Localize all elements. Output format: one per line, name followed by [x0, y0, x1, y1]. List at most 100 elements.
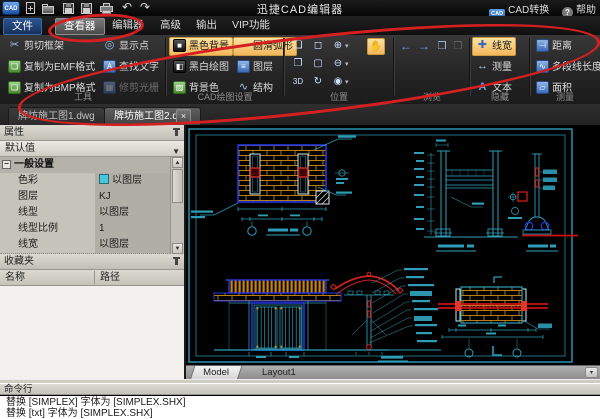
favorites-column-headers: 名称 路径 [0, 270, 184, 286]
pan-hand-icon[interactable]: ✋ [367, 38, 385, 55]
figure-gate [214, 280, 389, 358]
collapse-icon[interactable]: − [2, 160, 11, 169]
figure-roof-detail [331, 270, 441, 361]
menu-tab-editor[interactable]: 编辑器 [104, 18, 152, 33]
polyline-length-icon: ∿ [536, 60, 549, 73]
titlebar: CAD ↶ ↷ 迅捷CAD编辑器 CADCAD转换 ?帮助 [0, 0, 600, 16]
ribbon-group-draw-settings: ■黑色背景 ◧黑白绘图 ▨背景色 ⌢圆滑弧形 ≡图层 ∿结构 CAD绘图设置 [167, 35, 283, 104]
property-row-lineweight[interactable]: 线宽 以图层 [0, 237, 172, 254]
line-width-icon: ✚ [476, 39, 489, 52]
ribbon-toolbar: ✂剪切框架 ❏复制为EMF格式 ❏复制为BMP格式 ◎显示点 A查找文字 ▦修剪… [0, 35, 600, 105]
tab-layout1[interactable]: Layout1 [252, 366, 306, 379]
annotation-text-column [404, 268, 438, 342]
zoom-in-caret-icon[interactable]: ▾ [345, 42, 349, 50]
group-label-browse: 浏览 [395, 90, 469, 103]
column-name[interactable]: 名称 [5, 270, 25, 285]
zoom-extents-icon[interactable]: ▢ [310, 56, 326, 71]
measure-hide-icon: ↔ [476, 60, 489, 73]
distance-button[interactable]: ⊣距离 [532, 37, 600, 56]
cut-frame-button[interactable]: ✂剪切框架 [4, 37, 100, 56]
command-line-output[interactable]: 替换 [SIMPLEX] 字体为 [SIMPLEX.SHX] 替换 [txt] … [0, 396, 600, 419]
command-line-1: 替换 [SIMPLEX] 字体为 [SIMPLEX.SHX] [6, 397, 600, 408]
perspective-view-icon[interactable]: ❑ [290, 38, 306, 53]
line-width-button[interactable]: ✚线宽 [472, 37, 516, 56]
favorites-list[interactable] [0, 286, 184, 379]
forward-arrow-icon[interactable]: → [416, 39, 432, 54]
copy-view-icon[interactable]: ❐ [290, 56, 306, 71]
property-row-linetype-scale[interactable]: 线型比例 1 [0, 221, 172, 238]
command-line-2: 替换 [txt] 字体为 [SIMPLEX.SHX] [6, 408, 600, 419]
menu-tab-output[interactable]: 输出 [188, 18, 225, 33]
color-swatch [99, 174, 109, 184]
property-row-color[interactable]: 色彩 以图层 [0, 173, 172, 190]
doc-tab-1[interactable]: 牌坊施工图1.dwg [8, 107, 105, 125]
property-row-layer[interactable]: 图层 KJ [0, 189, 172, 206]
render-mode-caret-icon[interactable]: ▾ [345, 78, 349, 86]
cad-drawing [186, 125, 600, 365]
drawing-canvas[interactable] [186, 125, 600, 365]
pin-icon[interactable] [175, 129, 178, 136]
zoom-window-icon[interactable]: ◻ [310, 38, 326, 53]
show-points-icon: ◎ [103, 39, 116, 52]
figure-elevation [414, 140, 578, 252]
pin-icon[interactable] [175, 258, 178, 265]
copy-emf-button[interactable]: ❏复制为EMF格式 [4, 58, 100, 77]
measure-hide-button[interactable]: ↔测量 [472, 58, 516, 77]
scroll-down-icon[interactable]: ▼ [172, 243, 183, 254]
layers-icon: ≡ [237, 60, 250, 73]
properties-scrollbar[interactable]: ▲ ▼ [170, 157, 184, 254]
ribbon-group-tools: ✂剪切框架 ❏复制为EMF格式 ❏复制为BMP格式 ◎显示点 A查找文字 ▦修剪… [2, 35, 164, 104]
next-view-icon: ❒ [450, 39, 466, 54]
close-tab-icon[interactable]: × [176, 109, 191, 124]
preset-dropdown[interactable]: 默认值▼ [0, 141, 184, 157]
scroll-up-icon[interactable]: ▲ [172, 157, 183, 168]
previous-view-icon[interactable]: ❒ [434, 39, 450, 54]
left-panel: 属性 默认值▼ −一般设置 色彩 以图层 图层 KJ 线型 以图层 线型比例 1… [0, 125, 186, 379]
copy-emf-icon: ❏ [8, 60, 21, 73]
menu-tab-viewer[interactable]: 查看器 [55, 18, 105, 35]
group-label-tools: 工具 [2, 90, 164, 103]
render-mode-icon[interactable]: ◉ [330, 74, 346, 89]
group-label-hide: 隐藏 [471, 90, 529, 103]
layout-tab-strip: Model Layout1 ▾ [186, 365, 600, 379]
group-label-measure: 测量 [531, 90, 599, 103]
show-points-button[interactable]: ◎显示点 [99, 37, 163, 56]
black-background-icon: ■ [173, 39, 186, 52]
properties-panel-header: 属性 [0, 125, 184, 141]
distance-icon: ⊣ [536, 39, 549, 52]
group-label-draw-settings: CAD绘图设置 [167, 90, 283, 103]
tab-scroll-icon[interactable]: ▾ [585, 367, 598, 378]
menu-bar: 文件 查看器 编辑器 高级 输出 VIP功能 [0, 16, 600, 35]
figure-brick-detail [438, 277, 552, 357]
refresh-view-icon[interactable]: ↻ [310, 74, 326, 89]
smooth-arc-icon: ⌢ [237, 39, 250, 52]
ribbon-group-hide: ✚线宽 ↔测量 A文本 隐藏 [471, 35, 529, 104]
zoom-out-icon[interactable]: ⊖ [330, 56, 346, 71]
column-path[interactable]: 路径 [100, 270, 120, 285]
property-group-row[interactable]: −一般设置 [0, 157, 172, 173]
ribbon-group-position: ❑ ◻ ⊕ ▾ ✋ ❐ ▢ ⊖ ▾ 3D ↻ ◉ ▾ 位置 [285, 35, 393, 104]
figure-brick-plan [191, 136, 356, 236]
app-window: CAD ↶ ↷ 迅捷CAD编辑器 CADCAD转换 ?帮助 文件 查看器 编辑器… [0, 0, 600, 419]
menu-tab-vip[interactable]: VIP功能 [224, 18, 278, 33]
tab-model[interactable]: Model [190, 366, 242, 380]
ribbon-group-measure: ⊣距离 ∿多段线长度 ▱面积 测量 [531, 35, 599, 104]
property-row-linetype[interactable]: 线型 以图层 [0, 205, 172, 222]
menu-tab-advanced[interactable]: 高级 [152, 18, 189, 33]
view-3d-icon[interactable]: 3D [290, 74, 306, 89]
ribbon-group-browse: ← → ❒ ❒ 浏览 [395, 35, 469, 104]
black-background-button[interactable]: ■黑色背景 [169, 37, 233, 56]
bw-drawing-icon: ◧ [173, 60, 186, 73]
scroll-thumb[interactable] [172, 169, 183, 203]
favorites-panel-header: 收藏夹 [0, 254, 184, 270]
zoom-out-caret-icon[interactable]: ▾ [345, 60, 349, 68]
menu-tab-file[interactable]: 文件 [3, 18, 42, 35]
document-tab-bar: 牌坊施工图1.dwg 牌坊施工图2.dwg × [0, 104, 600, 125]
cut-frame-icon: ✂ [8, 39, 21, 52]
zoom-in-icon[interactable]: ⊕ [330, 38, 346, 53]
back-arrow-icon[interactable]: ← [398, 39, 414, 54]
group-label-position: 位置 [285, 90, 393, 103]
find-text-button[interactable]: A查找文字 [99, 58, 163, 77]
polyline-length-button[interactable]: ∿多段线长度 [532, 58, 600, 77]
bw-drawing-button[interactable]: ◧黑白绘图 [169, 58, 233, 77]
